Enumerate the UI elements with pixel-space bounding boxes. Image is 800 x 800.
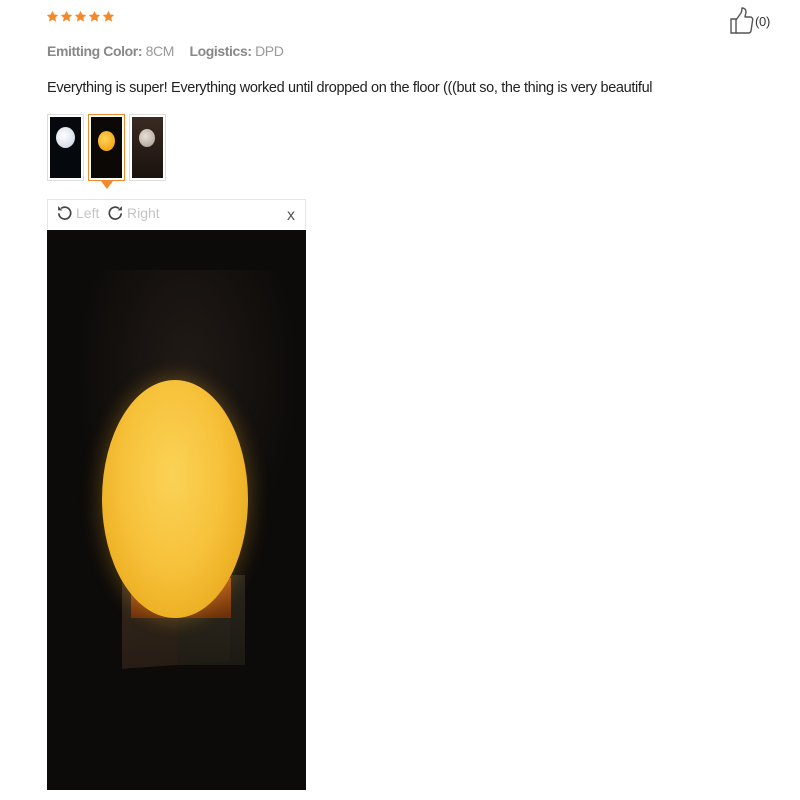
rotate-right-icon[interactable]: [107, 204, 124, 221]
thumbs-up-icon[interactable]: [728, 6, 754, 36]
star-icon: [74, 8, 87, 25]
logistics-label: Logistics:: [189, 43, 252, 59]
enlarged-moon-lamp-photo: [47, 230, 306, 790]
review-photo-thumbnails: [47, 114, 166, 189]
yellow-moon-lamp-photo: [91, 117, 122, 178]
star-icon: [46, 8, 59, 25]
helpful-count: (0): [755, 13, 770, 29]
rotate-right-label: Right: [127, 204, 160, 221]
photo-viewer: Left Right x: [47, 199, 306, 790]
star-icon: [102, 8, 115, 25]
emitting-color-label: Emitting Color:: [47, 43, 143, 59]
rotate-left-button[interactable]: Left: [56, 204, 99, 221]
rotate-left-label: Left: [76, 204, 100, 221]
emitting-color-value: 8CM: [145, 43, 175, 59]
moon-lamp: [102, 380, 248, 618]
review-meta: Emitting Color: 8CM Logistics: DPD: [47, 43, 295, 59]
white-moon-lamp-photo: [50, 117, 81, 178]
star-icon: [88, 8, 101, 25]
thumbnail-yellow-moon-lamp[interactable]: [88, 114, 125, 189]
helpful-button[interactable]: (0): [728, 6, 770, 36]
review-text: Everything is super! Everything worked u…: [47, 80, 653, 96]
moon-lamp-box-photo: [132, 117, 163, 178]
photo-viewer-toolbar: Left Right x: [47, 199, 306, 229]
close-viewer-button[interactable]: x: [287, 208, 295, 224]
thumbnail-moon-lamp-box[interactable]: [129, 114, 166, 181]
rotate-right-button[interactable]: Right: [107, 204, 160, 221]
thumbnail-white-moon-lamp[interactable]: [47, 114, 84, 181]
review-item: (0) Emitting Color: 8CM Logistics: DPD E…: [0, 0, 800, 800]
logistics-value: DPD: [255, 43, 284, 59]
star-rating: [46, 8, 115, 25]
rotate-left-icon[interactable]: [56, 204, 73, 221]
star-icon: [60, 8, 73, 25]
